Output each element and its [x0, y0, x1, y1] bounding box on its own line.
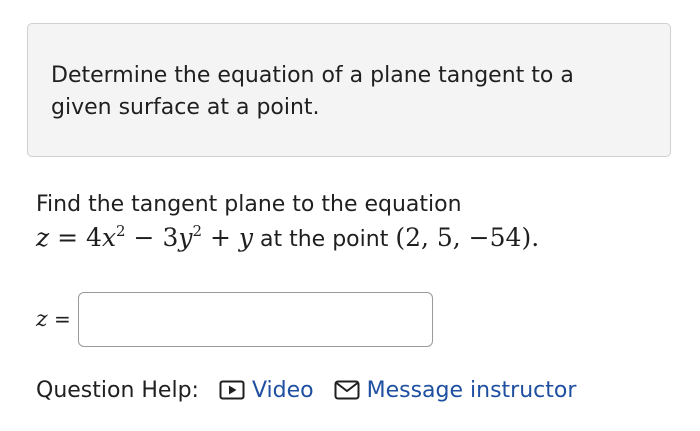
video-link-label: Video: [251, 377, 314, 403]
message-instructor-label: Message instructor: [366, 377, 577, 403]
answer-equals: =: [53, 307, 71, 331]
equation-y-term: y: [238, 223, 254, 252]
equation-exponent-1: 2: [116, 222, 126, 240]
equation: z = 4x2 − 3y2 + y: [36, 223, 253, 252]
equation-exponent-2: 2: [192, 222, 203, 240]
answer-label: z =: [36, 304, 71, 335]
question-mid-text: at the point: [260, 227, 389, 252]
question-help-label: Question Help:: [36, 377, 199, 403]
intro-text: Determine the equation of a plane tangen…: [51, 63, 574, 120]
equation-plus: +: [209, 223, 231, 252]
equation-lhs: z: [36, 223, 50, 252]
message-instructor-link[interactable]: Message instructor: [334, 377, 577, 403]
question-line-2: z = 4x2 − 3y2 + y at the point (2, 5, −5…: [36, 220, 676, 256]
equation-x: x: [101, 223, 117, 252]
answer-input[interactable]: [78, 292, 433, 347]
equation-coef-2: 3: [162, 223, 179, 252]
question-text: Find the tangent plane to the equation z…: [36, 190, 676, 256]
equation-y: y: [178, 223, 193, 252]
video-link[interactable]: Video: [219, 378, 314, 403]
equation-coef-1: 4: [86, 223, 102, 252]
equation-equals: =: [57, 223, 79, 252]
play-video-icon: [219, 380, 245, 400]
answer-variable: z: [36, 307, 48, 332]
question-help: Question Help: Video Message instructor: [36, 373, 576, 407]
question-line-1: Find the tangent plane to the equation: [36, 192, 462, 217]
point: (2, 5, −54).: [395, 223, 540, 252]
envelope-icon: [334, 380, 360, 400]
equation-minus: −: [133, 223, 155, 252]
intro-box: Determine the equation of a plane tangen…: [27, 23, 671, 157]
